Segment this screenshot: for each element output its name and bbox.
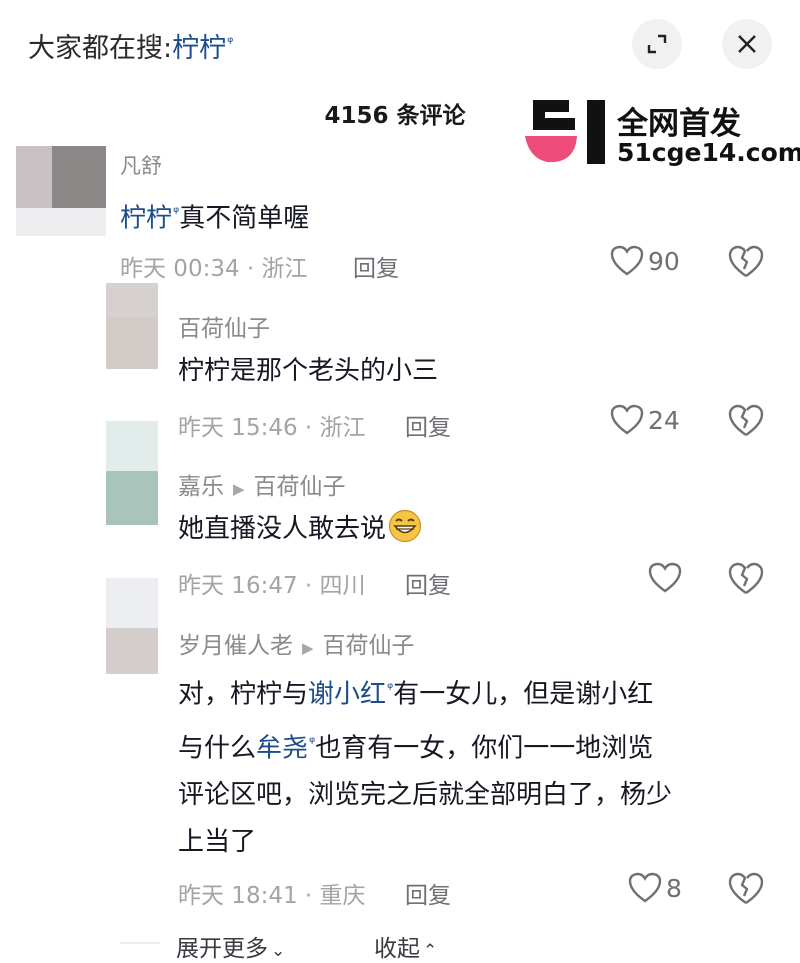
keyword-link[interactable]: 柠柠 [120, 204, 172, 234]
comment-line: 对，柠柠与谢小红ᵠ有一女儿，但是谢小红 [178, 679, 654, 710]
reply-button[interactable]: 回复 [353, 249, 399, 283]
username[interactable]: 百荷仙子 [178, 309, 270, 343]
search-prefix: 大家都在搜: [28, 33, 173, 64]
avatar[interactable] [106, 283, 158, 369]
comment-meta: 昨天 18:41 · 重庆 [178, 883, 366, 909]
like-button[interactable] [648, 562, 686, 594]
comment-text: 对，柠柠与谢小红ᵠ有一女儿，但是谢小红 与什么牟尧ᵠ也育有一女，你们一一地浏览 … [178, 666, 672, 864]
heart-icon [610, 245, 644, 276]
comment-meta: 昨天 15:46 · 浙江 [178, 415, 366, 441]
heart-icon [648, 562, 682, 593]
username[interactable]: 岁月催人老 [178, 633, 293, 659]
comment-text: 柠柠ᵠ真不简单喔 [120, 203, 310, 234]
keyword-link[interactable]: 谢小红 [308, 680, 386, 710]
avatar[interactable] [106, 421, 158, 525]
grin-emoji-icon [388, 509, 422, 543]
keyword-link[interactable]: 牟尧 [256, 733, 308, 763]
comment-meta: 昨天 16:47 · 四川 [178, 573, 366, 599]
heart-icon [610, 404, 644, 435]
watermark-logo: 全网首发 51cge14.com [525, 100, 800, 168]
comment-line: 与什么牟尧ᵠ也育有一女，你们一一地浏览 [178, 732, 654, 764]
username[interactable]: 凡舒 [120, 150, 162, 180]
comment-text: 柠柠是那个老头的小三 [178, 356, 439, 386]
reply-arrow-icon: ▶ [302, 639, 314, 657]
dislike-button[interactable] [728, 404, 764, 442]
close-icon [738, 35, 756, 53]
reply-header: 嘉乐 ▶ 百荷仙子 [178, 467, 346, 501]
chevron-up-icon: ⌃ [423, 941, 438, 961]
like-count: 8 [666, 873, 682, 903]
watermark-title: 全网首发 [617, 106, 741, 142]
dislike-button[interactable] [728, 872, 764, 910]
like-button[interactable]: 90 [610, 245, 680, 277]
broken-heart-icon [728, 245, 764, 277]
like-count: 90 [648, 246, 680, 276]
broken-heart-icon [728, 872, 764, 904]
close-button[interactable] [722, 19, 772, 69]
dislike-button[interactable] [728, 245, 764, 283]
reply-to-username[interactable]: 百荷仙子 [254, 474, 346, 500]
comment-text: 她直播没人敢去说 [178, 507, 422, 551]
reply-arrow-icon: ▶ [233, 480, 245, 498]
expand-more-button[interactable]: 展开更多 ⌄ [176, 929, 285, 963]
search-keyword[interactable]: 柠柠 [172, 33, 226, 64]
expand-icon [647, 34, 667, 54]
reply-button[interactable]: 回复 [405, 408, 451, 442]
avatar[interactable] [106, 578, 158, 674]
like-button[interactable]: 8 [628, 872, 682, 904]
chevron-down-icon: ⌄ [271, 941, 286, 961]
comment-line: 评论区吧，浏览完之后就全部明白了，杨少 [178, 780, 673, 811]
expand-button[interactable] [632, 19, 682, 69]
like-button[interactable]: 24 [610, 404, 680, 436]
heart-icon [628, 872, 662, 903]
reply-header: 岁月催人老 ▶ 百荷仙子 [178, 626, 415, 660]
dislike-button[interactable] [728, 562, 764, 600]
broken-heart-icon [728, 562, 764, 594]
collapse-button[interactable]: 收起 ⌃ [374, 929, 437, 963]
username[interactable]: 嘉乐 [178, 474, 224, 500]
like-count: 24 [648, 405, 680, 435]
comment-line: 上当了 [178, 827, 257, 858]
search-suggestion[interactable]: 大家都在搜:柠柠ᵠ [28, 26, 233, 65]
logo-mark [525, 100, 605, 164]
search-icon: ᵠ [227, 33, 234, 51]
reply-button[interactable]: 回复 [405, 566, 451, 600]
broken-heart-icon [728, 404, 764, 436]
reply-button[interactable]: 回复 [405, 876, 451, 910]
reply-to-username[interactable]: 百荷仙子 [323, 633, 415, 659]
comment-meta: 昨天 00:34 · 浙江 [120, 256, 308, 282]
avatar[interactable] [16, 146, 106, 236]
watermark-url: 51cge14.com [617, 138, 800, 167]
divider [120, 942, 160, 944]
